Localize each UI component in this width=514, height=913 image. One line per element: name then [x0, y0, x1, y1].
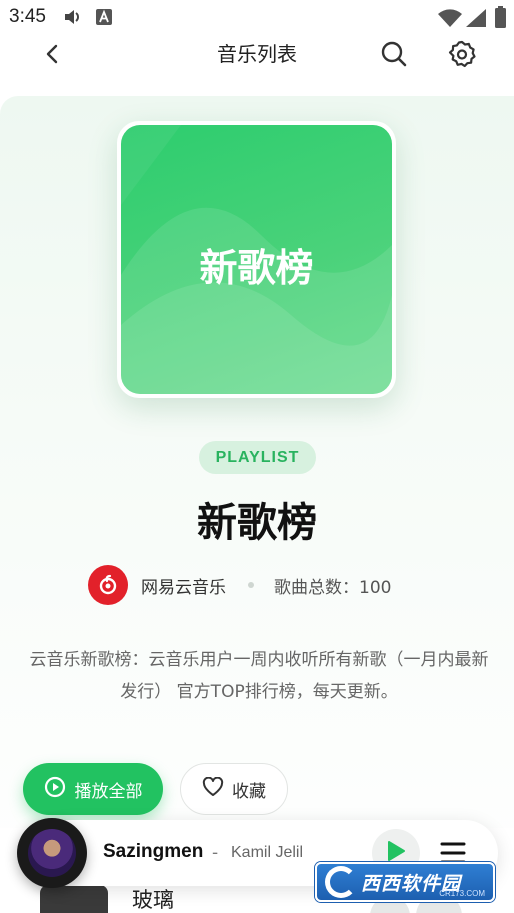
- settings-icon[interactable]: [446, 38, 478, 70]
- favorite-button[interactable]: 收藏: [180, 763, 288, 815]
- play-all-label: 播放全部: [74, 781, 143, 802]
- play-all-button[interactable]: 播放全部: [23, 763, 163, 815]
- album-art: [28, 829, 76, 877]
- netease-music-logo-icon: [88, 565, 128, 605]
- now-playing-separator: -: [212, 843, 219, 863]
- now-playing-artist: Kamil Jelil: [231, 844, 304, 861]
- song-count: 歌曲总数：100: [274, 577, 392, 598]
- app-bar: 音乐列表: [0, 34, 514, 96]
- watermark-logo: 西西软件园 CR173.COM: [315, 862, 495, 902]
- playlist-title: 新歌榜: [197, 500, 317, 546]
- play-circle-icon: [44, 776, 66, 803]
- search-icon[interactable]: [378, 38, 410, 70]
- watermark-sub: CR173.COM: [439, 889, 485, 898]
- status-time: 3:45: [9, 6, 46, 27]
- playlist-cover: 新歌榜: [117, 121, 396, 398]
- song-thumbnail: [40, 885, 108, 913]
- playlist-meta: 网易云音乐 歌曲总数：100: [88, 565, 391, 605]
- now-playing-disc[interactable]: [17, 818, 87, 888]
- signal-icon: [466, 9, 486, 31]
- watermark-c-icon: [325, 866, 357, 898]
- heart-icon: [202, 776, 224, 802]
- playlist-source: 网易云音乐: [141, 577, 226, 598]
- battery-icon: [495, 6, 506, 32]
- meta-separator-dot: [248, 582, 254, 588]
- playlist-description: 云音乐新歌榜：云音乐用户一周内收听所有新歌（一月内最新发行） 官方TOP排行榜，…: [29, 650, 489, 702]
- song-title[interactable]: 玻璃: [132, 884, 174, 913]
- playlist-tag: PLAYLIST: [199, 441, 316, 474]
- volume-icon: [64, 9, 82, 29]
- status-bar: 3:45: [0, 0, 514, 34]
- favorite-label: 收藏: [232, 781, 266, 802]
- cover-title: 新歌榜: [199, 246, 314, 290]
- a-notification-icon: [96, 9, 112, 29]
- page-title: 音乐列表: [217, 42, 297, 66]
- now-playing-title: Sazingmen: [103, 841, 204, 862]
- wifi-icon: [438, 9, 462, 31]
